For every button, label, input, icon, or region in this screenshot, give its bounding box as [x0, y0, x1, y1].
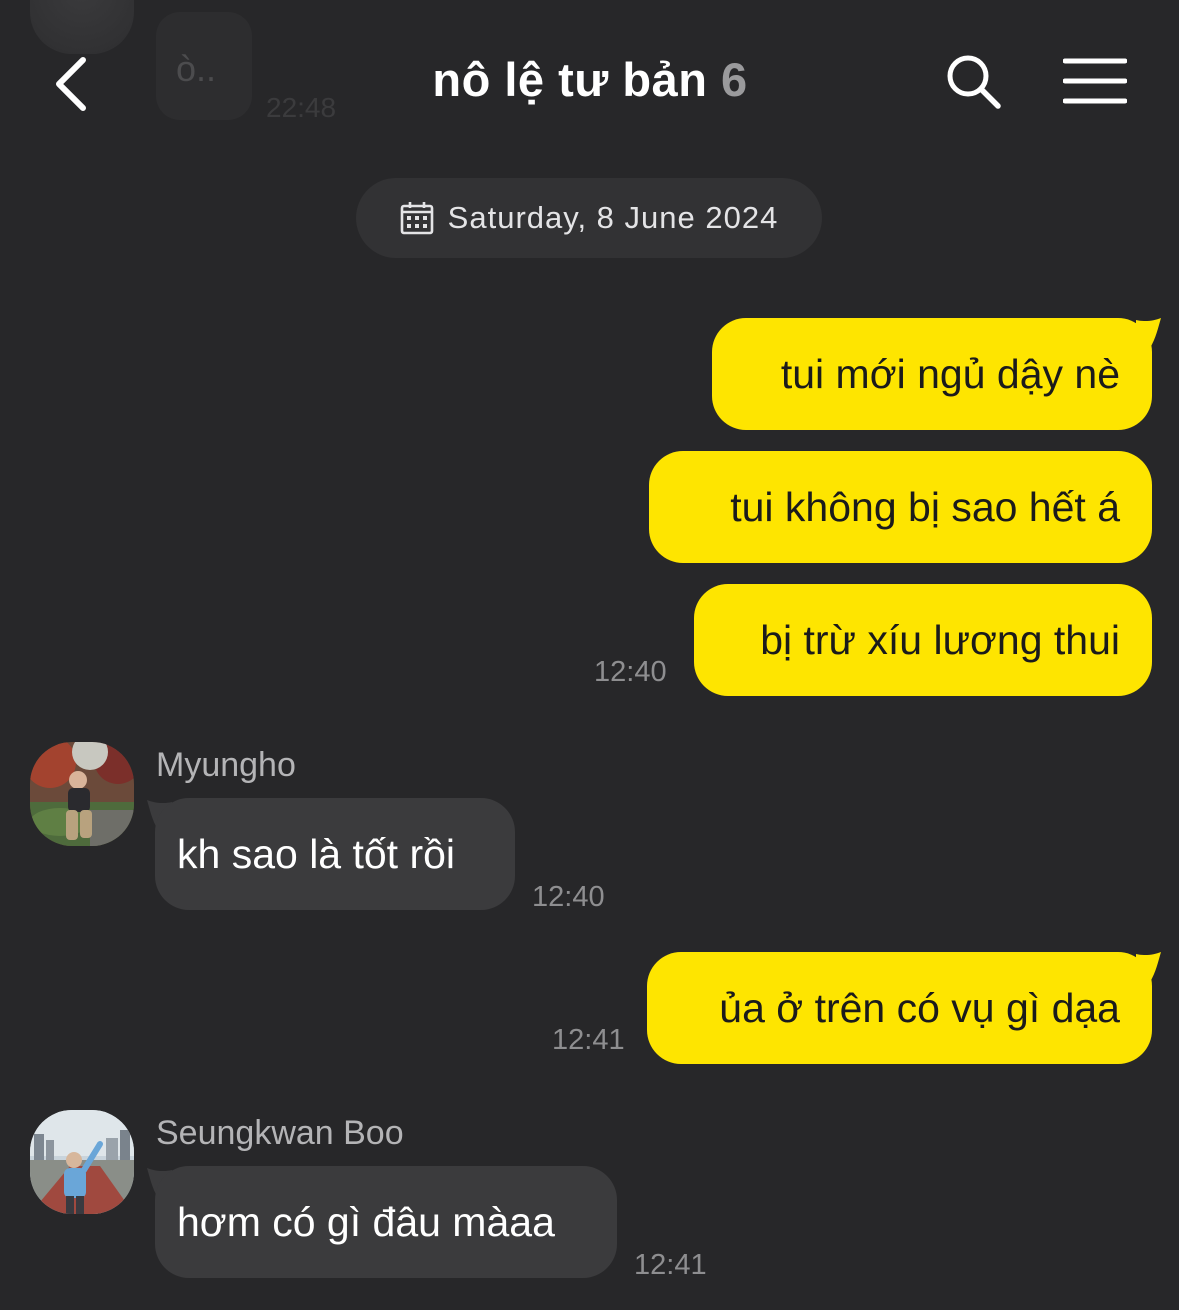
previous-message-text: ò..: [176, 48, 217, 89]
member-count: 6: [720, 53, 748, 106]
chat-title: nô lệ tư bản 6: [300, 52, 880, 114]
back-button[interactable]: [36, 44, 106, 124]
message-bubble-outgoing[interactable]: tui không bị sao hết á: [649, 451, 1152, 563]
message-bubble-incoming[interactable]: hơm có gì đâu màaa: [155, 1166, 617, 1278]
sender-name: Myungho: [156, 746, 296, 784]
date-divider: Saturday, 8 June 2024: [356, 178, 822, 258]
message-bubble-outgoing[interactable]: bị trừ xíu lương thui: [694, 584, 1152, 696]
chevron-left-icon: [56, 57, 86, 111]
message-text: kh sao là tốt rồi: [177, 830, 456, 877]
search-button[interactable]: [938, 46, 1008, 116]
message-text: tui mới ngủ dậy nè: [780, 350, 1120, 397]
date-label: Saturday, 8 June 2024: [447, 200, 779, 235]
avatar-myungho[interactable]: [30, 742, 134, 846]
message-bubble-outgoing[interactable]: tui mới ngủ dậy nè: [712, 318, 1152, 430]
message-text: tui không bị sao hết á: [730, 483, 1120, 530]
message-time: 12:40: [532, 881, 605, 913]
message-text: ủa ở trên có vụ gì dạa: [719, 984, 1120, 1031]
menu-button[interactable]: [1056, 46, 1134, 116]
message-bubble-incoming[interactable]: kh sao là tốt rồi: [155, 798, 515, 910]
message-text: bị trừ xíu lương thui: [760, 616, 1120, 663]
message-text: hơm có gì đâu màaa: [177, 1198, 555, 1245]
message-time: 12:41: [634, 1249, 707, 1281]
avatar-photo: [30, 1110, 134, 1214]
sender-name: Seungkwan Boo: [156, 1114, 404, 1152]
message-time: 12:41: [552, 1024, 625, 1056]
calendar-icon: [400, 202, 433, 235]
avatar-seungkwan-boo[interactable]: [30, 1110, 134, 1214]
search-icon: [947, 55, 1001, 109]
message-bubble-outgoing[interactable]: ủa ở trên có vụ gì dạa: [647, 952, 1152, 1064]
message-time: 12:40: [594, 656, 667, 688]
hamburger-menu-icon: [1063, 58, 1127, 104]
chat-title-name: nô lệ tư bản: [432, 53, 708, 106]
avatar-photo: [30, 742, 134, 846]
